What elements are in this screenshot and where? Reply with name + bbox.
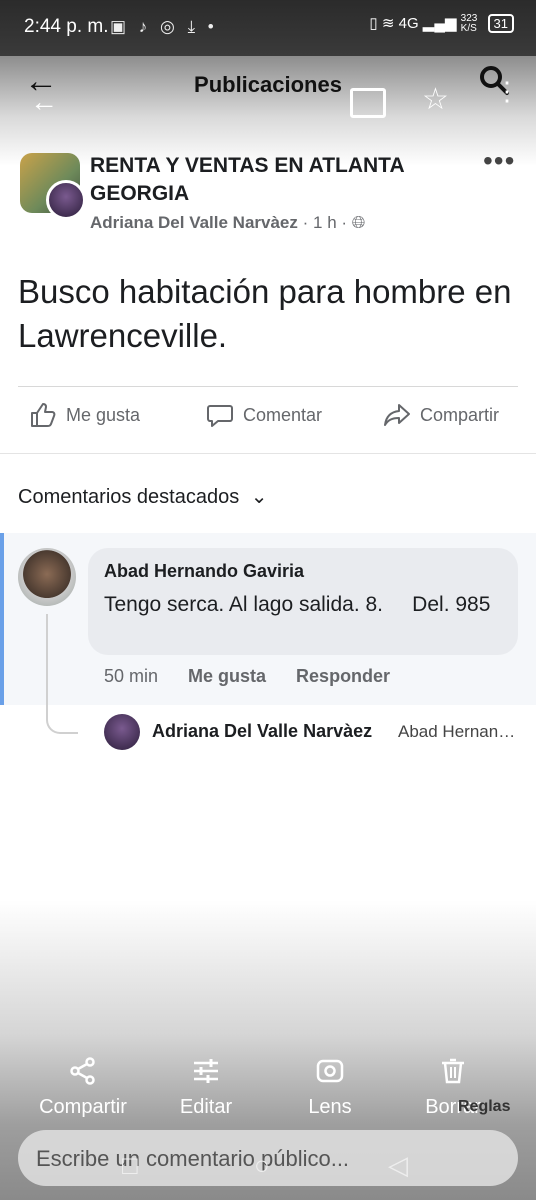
toolbar-edit-button[interactable]: Editar bbox=[141, 1056, 271, 1119]
toolbar-share-button[interactable]: Compartir bbox=[18, 1056, 148, 1119]
status-time: 2:44 p. m. bbox=[24, 16, 109, 37]
trash-icon bbox=[388, 1056, 518, 1090]
status-bar: 2:44 p. m. ▣ ♪ ◎ ⤓ • ▯ ≋ 4G ▂▄▆ 323 K/S … bbox=[0, 0, 536, 56]
edit-icon bbox=[141, 1056, 271, 1090]
share-icon bbox=[18, 1056, 148, 1090]
highlight-bar bbox=[0, 533, 4, 705]
share-label: Compartir bbox=[420, 404, 500, 425]
share-button[interactable]: Compartir bbox=[382, 400, 499, 430]
back-nav-icon[interactable]: ◁ bbox=[388, 1150, 408, 1181]
star-icon[interactable]: ☆ bbox=[422, 82, 449, 117]
toolbar-share-label: Compartir bbox=[39, 1096, 127, 1118]
vibrate-icon: ▯ bbox=[369, 15, 378, 32]
group-name[interactable]: RENTA Y VENTAS EN ATLANTA GEORGIA bbox=[90, 152, 460, 208]
chevron-down-icon: ⌄ bbox=[250, 486, 268, 508]
lens-icon bbox=[265, 1056, 395, 1090]
reply-author[interactable]: Adriana Del Valle Narvàez bbox=[152, 721, 372, 742]
toolbar-edit-label: Editar bbox=[179, 1096, 233, 1118]
share-icon bbox=[384, 404, 410, 426]
section-divider bbox=[0, 453, 536, 454]
post-time: 1 h bbox=[313, 213, 337, 232]
comment-author[interactable]: Abad Hernando Gaviria bbox=[104, 561, 304, 582]
comment-meta: 50 min Me gusta Responder bbox=[104, 666, 390, 687]
network-label: 4G bbox=[398, 15, 419, 32]
battery-indicator: 31 bbox=[487, 14, 514, 33]
toolbar-lens-label: Lens bbox=[308, 1096, 352, 1118]
comment-text: Tengo serca. Al lago salida. 8. Del. 985 bbox=[104, 593, 491, 616]
author-avatar[interactable] bbox=[46, 180, 86, 220]
rules-link[interactable]: Reglas bbox=[458, 1098, 510, 1116]
comment-icon bbox=[207, 405, 233, 427]
comment-button[interactable]: Comentar bbox=[205, 400, 322, 430]
comment-placeholder: Escribe un comentario público... bbox=[36, 1146, 350, 1171]
comment-time: 50 min bbox=[104, 666, 159, 686]
post-text: Busco habitación para hombre en Lawrence… bbox=[18, 273, 512, 354]
cast-icon[interactable] bbox=[350, 88, 386, 118]
speed-label: 323 K/S bbox=[460, 13, 478, 35]
reply-avatar[interactable] bbox=[104, 714, 140, 750]
wifi-icon: ≋ bbox=[381, 15, 395, 32]
overflow-menu-icon[interactable]: ⋮ bbox=[494, 78, 520, 104]
reply-preview[interactable]: Abad Hernando Gaviria bbox=[398, 722, 516, 742]
home-nav-icon[interactable]: ○ bbox=[254, 1150, 270, 1181]
status-right: ▯ ≋ 4G ▂▄▆ 323 K/S 31 bbox=[369, 14, 514, 34]
comment-sort-dropdown[interactable]: Comentarios destacados ⌄ bbox=[18, 484, 268, 509]
divider bbox=[18, 386, 518, 387]
comment-label: Comentar bbox=[243, 404, 323, 425]
commenter-avatar[interactable] bbox=[18, 548, 76, 606]
notification-icons: ▣ ♪ ◎ ⤓ • bbox=[110, 17, 218, 36]
comment-like-button[interactable]: Me gusta bbox=[188, 666, 266, 687]
like-label: Me gusta bbox=[66, 404, 141, 425]
comment-reply-button[interactable]: Responder bbox=[296, 666, 390, 687]
post-meta: Adriana Del Valle Narvàez · 1 h · 🌐︎ bbox=[90, 213, 366, 232]
recents-nav-icon[interactable]: □ bbox=[122, 1150, 138, 1181]
like-button[interactable]: Me gusta bbox=[28, 400, 140, 430]
toolbar-lens-button[interactable]: Lens bbox=[265, 1056, 395, 1119]
globe-icon: 🌐︎ bbox=[351, 213, 366, 232]
page-title: Publicaciones bbox=[194, 72, 342, 97]
post-options-icon[interactable]: ••• bbox=[483, 145, 515, 177]
sort-label: Comentarios destacados bbox=[18, 486, 240, 508]
like-icon bbox=[31, 403, 56, 427]
post-author[interactable]: Adriana Del Valle Narvàez bbox=[90, 213, 298, 232]
reply-thread-line bbox=[46, 614, 78, 734]
post-actions: Me gusta Comentar Compartir bbox=[0, 400, 536, 442]
signal-icon: ▂▄▆ bbox=[422, 15, 457, 32]
